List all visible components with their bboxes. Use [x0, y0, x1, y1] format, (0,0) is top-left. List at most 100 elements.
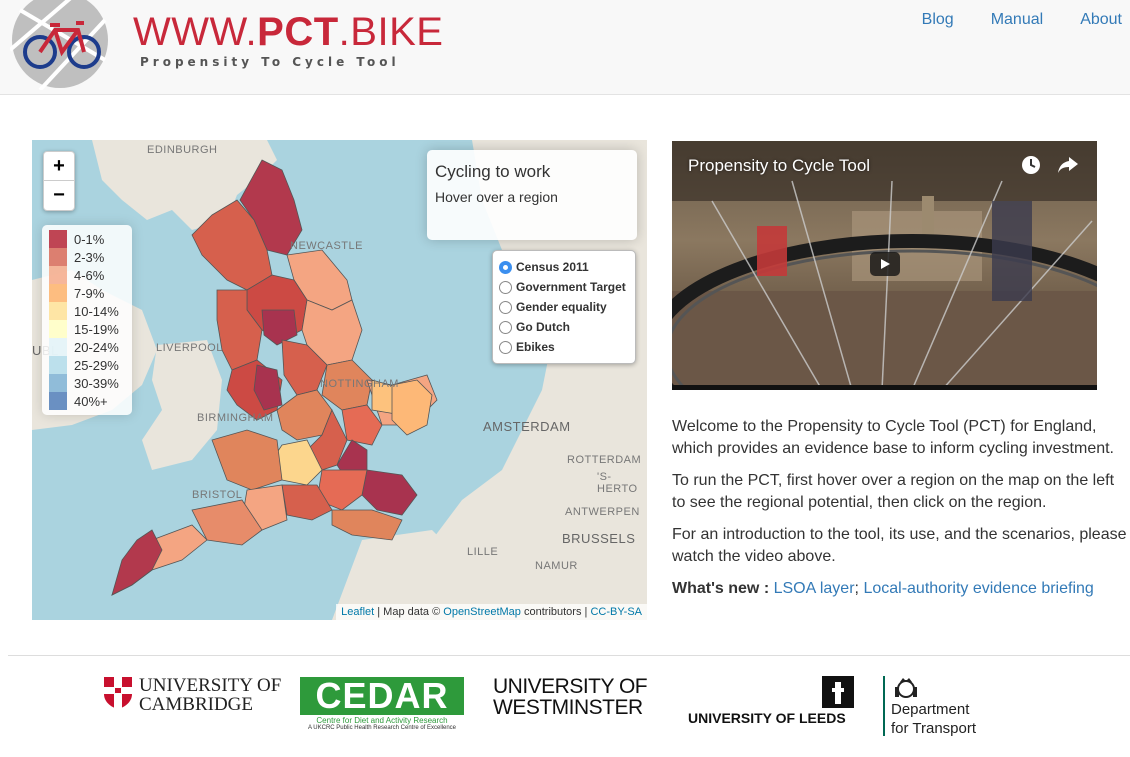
legend-swatch [49, 284, 67, 302]
legend-row: 25-29% [49, 356, 125, 374]
intro-paragraph-1: Welcome to the Propensity to Cycle Tool … [672, 418, 1114, 457]
label-namur: NAMUR [535, 560, 578, 572]
scenario-option[interactable]: Ebikes [499, 337, 629, 357]
scenario-option[interactable]: Go Dutch [499, 317, 629, 337]
scenario-label: Ebikes [516, 340, 555, 354]
intro-video[interactable]: Propensity to Cycle Tool [672, 141, 1097, 390]
legend-label: 4-6% [74, 267, 105, 283]
radio-button[interactable] [499, 260, 512, 274]
legend-swatch [49, 266, 67, 284]
legend-row: 2-3% [49, 248, 125, 266]
label-brussels: BRUSSELS [562, 531, 636, 546]
leaflet-link[interactable]: Leaflet [341, 606, 374, 618]
site-title[interactable]: WWW.PCT.BIKE [133, 10, 443, 55]
legend-swatch [49, 338, 67, 356]
nav-manual-link[interactable]: Manual [954, 11, 1043, 29]
legend-swatch [49, 248, 67, 266]
cedar-subtitle-2: A UKCRC Public Health Research Centre of… [307, 725, 457, 731]
legend-label: 0-1% [74, 231, 105, 247]
legend-swatch [49, 302, 67, 320]
lsoa-layer-link[interactable]: LSOA layer [774, 580, 855, 597]
zoom-out-button[interactable]: − [44, 181, 74, 210]
zoom-in-button[interactable]: + [44, 152, 74, 181]
choropleth-map[interactable]: EDINBURGH NEWCASTLE LIVERPOOL NOTTINGHAM… [32, 140, 647, 620]
westminster-logo[interactable]: UNIVERSITY OF WESTMINSTER [493, 675, 648, 718]
label-hertogenbosch: 'S-HERTO [597, 471, 638, 495]
label-nottingham: NOTTINGHAM [320, 378, 399, 390]
dft-bar [883, 676, 885, 736]
play-icon[interactable] [870, 252, 900, 276]
cedar-subtitle: Centre for Diet and Activity Research [316, 716, 448, 725]
scenario-label: Go Dutch [516, 320, 570, 334]
westminster-line-1: UNIVERSITY OF [493, 675, 648, 698]
cambridge-shield-icon [104, 677, 132, 709]
leeds-text: UNIVERSITY OF LEEDS [688, 710, 846, 726]
legend-label: 20-24% [74, 339, 119, 355]
legend-swatch [49, 320, 67, 338]
label-rotterdam: ROTTERDAM [567, 454, 642, 466]
bike-logo-icon[interactable] [10, 0, 110, 90]
map-attribution: Leaflet | Map data © OpenStreetMap contr… [336, 604, 647, 620]
intro-paragraph-2: To run the PCT, first hover over a regio… [672, 472, 1115, 511]
info-hint: Hover over a region [435, 189, 558, 205]
legend-swatch [49, 392, 67, 410]
legend-label: 25-29% [74, 357, 119, 373]
legend-row: 10-14% [49, 302, 125, 320]
cedar-wordmark: CEDAR [300, 677, 464, 715]
evidence-briefing-link[interactable]: Local-authority evidence briefing [863, 580, 1093, 597]
label-lille: LILLE [467, 546, 499, 558]
radio-button[interactable] [499, 340, 512, 354]
radio-button[interactable] [499, 320, 512, 334]
legend-label: 40%+ [74, 393, 108, 409]
leeds-tower-icon [822, 676, 854, 708]
leeds-logo[interactable]: UNIVERSITY OF LEEDS [688, 676, 858, 726]
legend-label: 10-14% [74, 303, 119, 319]
whats-new-label: What's new : [672, 580, 770, 597]
footer-divider [8, 655, 1130, 656]
cambridge-line-1: UNIVERSITY OF [139, 675, 282, 696]
osm-link[interactable]: OpenStreetMap [443, 606, 521, 618]
legend-row: 40%+ [49, 392, 125, 410]
nav-blog-link[interactable]: Blog [885, 11, 954, 29]
label-newcastle: NEWCASTLE [290, 240, 363, 252]
whats-new-separator: ; [854, 580, 859, 597]
legend-swatch [49, 230, 67, 248]
attribution-contributors: contributors | [523, 606, 588, 618]
legend-row: 20-24% [49, 338, 125, 356]
map-legend: 0-1% 2-3% 4-6% 7-9% 10-14% 15-19% 20-24% 25-29%… [42, 225, 132, 415]
clock-icon[interactable] [1020, 154, 1042, 176]
cedar-logo[interactable]: CEDAR Centre for Diet and Activity Resea… [300, 677, 464, 733]
radio-button[interactable] [499, 300, 512, 314]
label-bristol: BRISTOL [192, 489, 243, 501]
label-amsterdam: AMSTERDAM [483, 419, 571, 434]
cambridge-line-2: CAMBRIDGE [139, 694, 254, 715]
share-icon[interactable] [1057, 155, 1079, 175]
scenario-label: Census 2011 [516, 260, 589, 274]
legend-swatch [49, 374, 67, 392]
dft-line-1: Department [891, 701, 970, 718]
scenario-option[interactable]: Census 2011 [499, 257, 629, 277]
scenario-label: Gender equality [516, 300, 607, 314]
royal-crest-icon [895, 678, 917, 698]
info-title: Cycling to work [435, 162, 551, 181]
nav-about-link[interactable]: About [1043, 11, 1122, 29]
scenario-option[interactable]: Gender equality [499, 297, 629, 317]
region-info-box: Cycling to work Hover over a region [427, 150, 637, 240]
license-link[interactable]: CC-BY-SA [590, 606, 642, 618]
intro-paragraph-3: For an introduction to the tool, its use… [672, 526, 1127, 565]
whats-new: What's new : LSOA layer; Local-authority… [672, 578, 1127, 600]
video-title: Propensity to Cycle Tool [688, 156, 871, 175]
radio-button[interactable] [499, 280, 512, 294]
scenario-selector: Census 2011 Government Target Gender equal… [492, 250, 636, 364]
zoom-control: + − [43, 151, 75, 211]
legend-row: 30-39% [49, 374, 125, 392]
scenario-option[interactable]: Government Target [499, 277, 629, 297]
title-suffix: .BIKE [338, 10, 444, 54]
main-nav: Blog Manual About [885, 11, 1122, 29]
attribution-mapdata: | Map data © [377, 606, 441, 618]
title-bold: PCT [257, 10, 339, 54]
legend-label: 7-9% [74, 285, 105, 301]
label-antwerpen: ANTWERPEN [565, 506, 640, 518]
label-liverpool: LIVERPOOL [156, 342, 223, 354]
label-birmingham: BIRMINGHAM [197, 412, 274, 424]
